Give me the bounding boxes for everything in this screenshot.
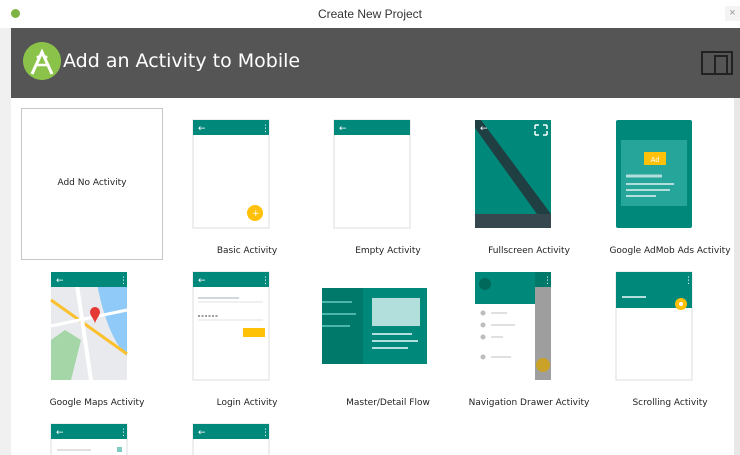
svg-text:←: ← [339, 124, 347, 134]
tile-label: Google AdMob Ads Activity [609, 246, 731, 256]
device-form-factor-icon [701, 50, 737, 81]
svg-text:←: ← [56, 276, 64, 286]
svg-text:⋮: ⋮ [119, 276, 128, 286]
maps-activity-thumbnail: ← ⋮ [50, 271, 128, 381]
page-title: Add an Activity to Mobile [63, 50, 301, 72]
tile-empty-activity[interactable]: ← Empty Activity [322, 118, 454, 273]
svg-text:⋮: ⋮ [261, 428, 270, 438]
svg-text:⋮: ⋮ [119, 428, 128, 438]
svg-text:←: ← [198, 124, 206, 134]
scrolling-activity-thumbnail: ⋮ [615, 271, 693, 381]
settings-activity-thumbnail: ← ⋮ [192, 423, 270, 455]
svg-text:+: + [252, 209, 260, 219]
master-detail-thumbnail [322, 288, 427, 364]
svg-text:⋮: ⋮ [543, 276, 552, 286]
tile-admob-activity[interactable]: Ad Google AdMob Ads Activity [604, 118, 734, 273]
admob-activity-thumbnail [616, 120, 692, 228]
svg-text:⋮: ⋮ [684, 276, 693, 286]
tile-label: Scrolling Activity [632, 398, 708, 408]
tabbed-activity-thumbnail: ← ⋮ [50, 423, 128, 455]
svg-text:←: ← [56, 428, 64, 438]
empty-activity-thumbnail: ← [333, 119, 411, 229]
tile-google-maps-activity[interactable]: ← ⋮ Google Maps Activity [31, 270, 163, 425]
left-margin [0, 98, 11, 455]
tile-login-activity[interactable]: ← ⋮ Login Activity [181, 270, 313, 425]
tile-settings-activity[interactable]: ← ⋮ [181, 422, 313, 455]
tile-label: Google Maps Activity [49, 398, 145, 408]
fullscreen-activity-thumbnail: ← [475, 120, 551, 228]
svg-text:←: ← [198, 276, 206, 286]
svg-text:←: ← [480, 124, 488, 134]
svg-text:←: ← [198, 428, 206, 438]
tile-scrolling-activity[interactable]: ⋮ Scrolling Activity [604, 270, 734, 425]
wizard-header: Add an Activity to Mobile [11, 28, 740, 98]
tile-master-detail-flow[interactable]: Master/Detail Flow [322, 270, 454, 425]
title-bar: Create New Project × [0, 0, 740, 28]
tile-label: Add No Activity [57, 178, 127, 188]
android-studio-icon [23, 42, 61, 80]
svg-text:⋮: ⋮ [261, 276, 270, 286]
window-title: Create New Project [317, 7, 423, 21]
svg-text:⋮: ⋮ [261, 124, 270, 134]
activity-gallery: Add No Activity ← ⋮ + Basic Activity ← E… [11, 98, 734, 455]
tile-tabbed-activity[interactable]: ← ⋮ [31, 422, 163, 455]
navigation-drawer-thumbnail: ⋮ [475, 272, 552, 380]
tile-add-no-activity[interactable]: Add No Activity [21, 108, 163, 260]
ad-badge: Ad [650, 157, 660, 164]
tile-basic-activity[interactable]: ← ⋮ + Basic Activity [181, 118, 313, 273]
tile-navigation-drawer-activity[interactable]: ⋮ Navigation Drawer Activity [463, 270, 595, 425]
close-icon[interactable]: × [725, 6, 740, 21]
vertical-scrollbar[interactable] [734, 98, 740, 455]
login-activity-thumbnail: ← ⋮ [192, 271, 270, 381]
basic-activity-thumbnail: ← ⋮ + [192, 119, 270, 229]
tile-fullscreen-activity[interactable]: ← Fullscreen Activity [463, 118, 595, 273]
